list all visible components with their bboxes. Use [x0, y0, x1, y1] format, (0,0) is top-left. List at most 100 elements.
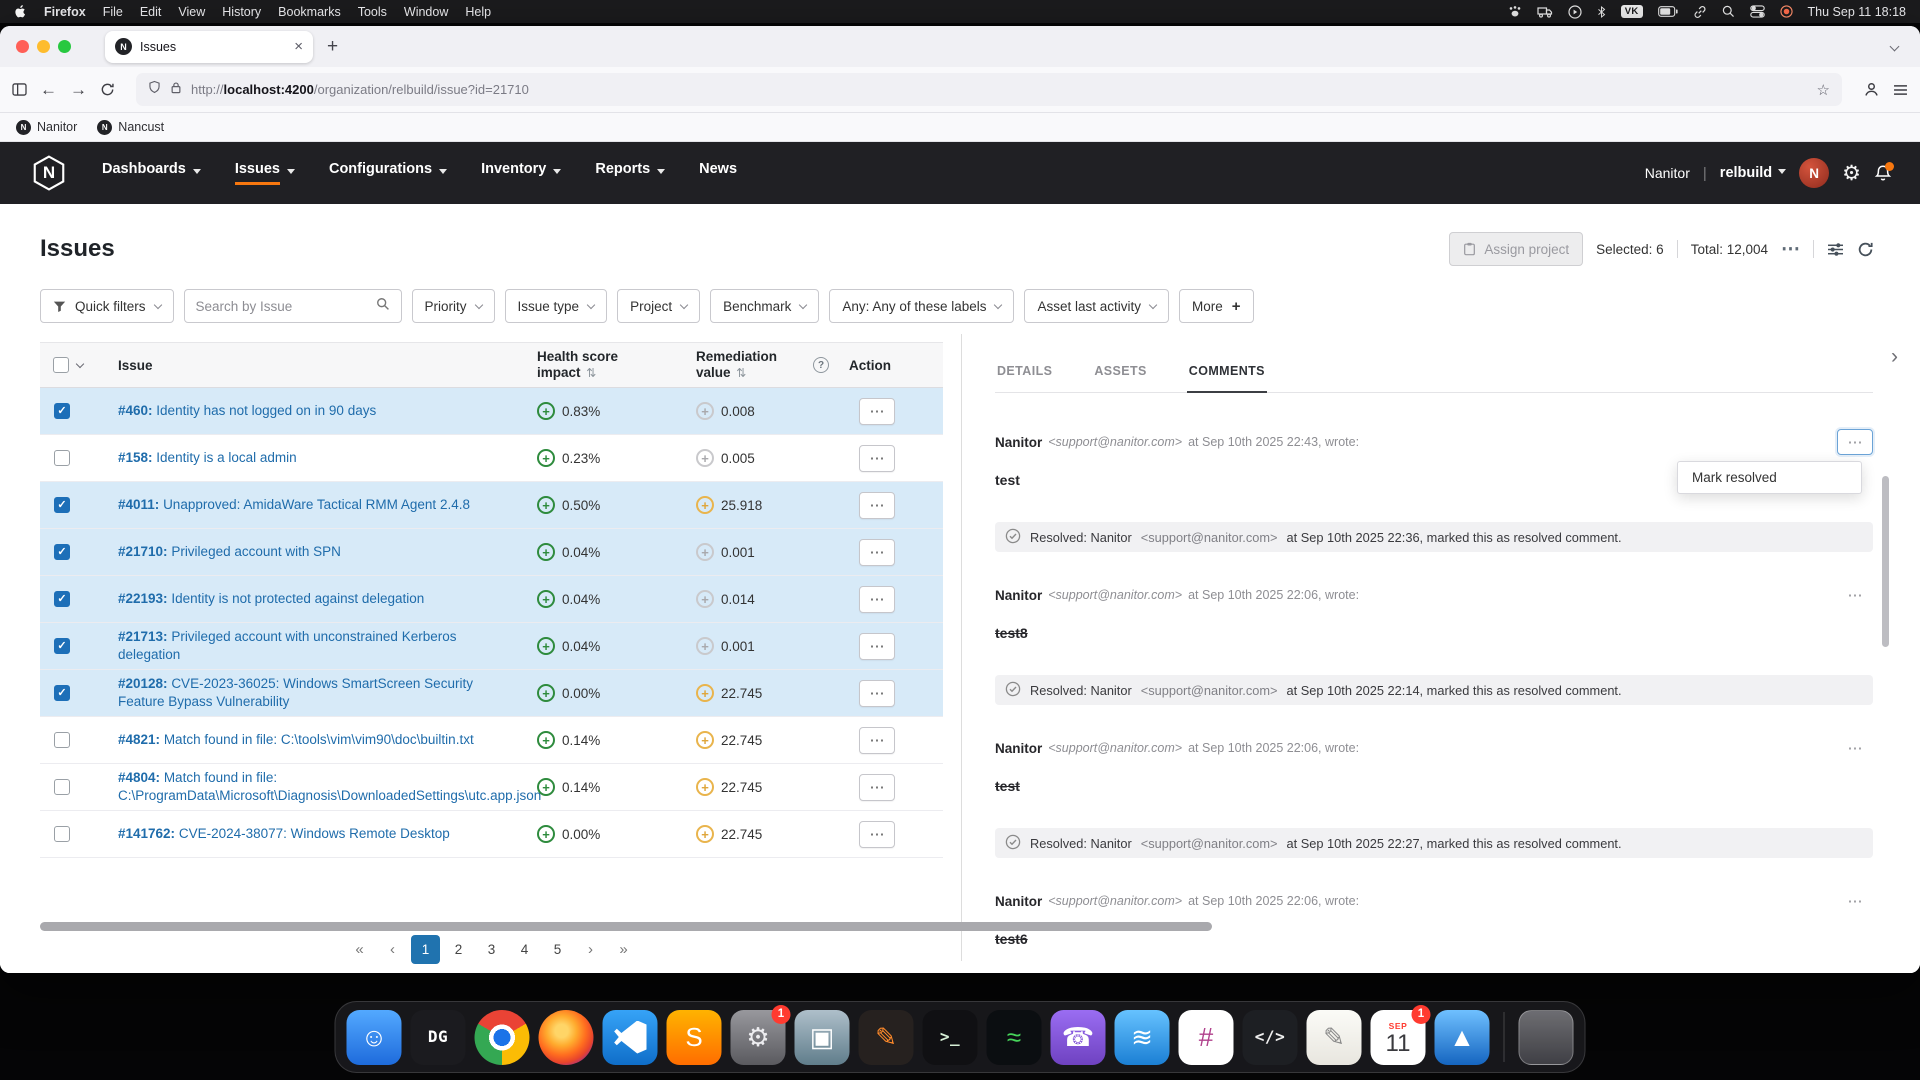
table-row[interactable]: ✓ #4011: Unapproved: AmidaWare Tactical … — [40, 482, 943, 529]
issue-link[interactable]: #4011: Unapproved: AmidaWare Tactical RM… — [118, 497, 470, 512]
nav-configurations[interactable]: Configurations — [329, 161, 447, 185]
row-actions-button[interactable]: ⋯ — [859, 492, 895, 519]
list-all-tabs-button[interactable] — [1891, 43, 1898, 50]
bookmark-nanitor[interactable]: N Nanitor — [16, 120, 77, 135]
previous-page-button[interactable]: ‹ — [378, 935, 407, 964]
filter-benchmark[interactable]: Benchmark — [710, 289, 819, 323]
address-bar[interactable]: http://localhost:4200/organization/relbu… — [136, 73, 1842, 106]
row-actions-button[interactable]: ⋯ — [859, 398, 895, 425]
dock-devtools[interactable]: </> — [1243, 1010, 1298, 1065]
menu-item[interactable]: Window — [404, 5, 448, 19]
dock-calendar[interactable]: SEP 11 1 — [1371, 1010, 1426, 1065]
collapse-panel-chevron-icon[interactable]: › — [1891, 346, 1898, 367]
menu-item[interactable]: Bookmarks — [278, 5, 341, 19]
issue-link[interactable]: #20128: CVE-2023-36025: Windows SmartScr… — [118, 676, 473, 709]
assign-project-button[interactable]: Assign project — [1449, 232, 1583, 266]
tracking-shield-icon[interactable] — [148, 80, 161, 99]
bluetooth-icon[interactable] — [1597, 5, 1606, 19]
page-button[interactable]: 1 — [411, 935, 440, 964]
select-all-checkbox[interactable]: ✓ — [53, 357, 69, 373]
column-header-remediation[interactable]: Remediation value ⇅ ? — [688, 349, 841, 381]
nanitor-logo[interactable]: N — [30, 154, 68, 192]
table-row[interactable]: ✓ #21713: Privileged account with uncons… — [40, 623, 943, 670]
table-row[interactable]: ✓ #141762: CVE-2024-38077: Windows Remot… — [40, 811, 943, 858]
tab-details[interactable]: DETAILS — [995, 364, 1054, 393]
paw-status-icon[interactable] — [1508, 5, 1522, 18]
battery-icon[interactable] — [1658, 6, 1678, 17]
url-text[interactable]: http://localhost:4200/organization/relbu… — [191, 82, 529, 97]
dock-docker[interactable]: ≋ — [1115, 1010, 1170, 1065]
nav-inventory[interactable]: Inventory — [481, 161, 561, 185]
nav-reports[interactable]: Reports — [595, 161, 665, 185]
more-actions-button[interactable]: ⋯ — [1781, 240, 1800, 259]
tab-assets[interactable]: ASSETS — [1092, 364, 1148, 393]
issue-link[interactable]: #22193: Identity is not protected agains… — [118, 591, 424, 606]
spotlight-search-icon[interactable] — [1722, 5, 1735, 18]
menu-firefox[interactable]: Firefox — [44, 5, 86, 19]
dock-activity-monitor[interactable]: ≈ — [987, 1010, 1042, 1065]
row-checkbox[interactable]: ✓ — [54, 497, 70, 513]
filter-issue-type[interactable]: Issue type — [505, 289, 608, 323]
dock-trash[interactable] — [1519, 1010, 1574, 1065]
user-avatar[interactable]: N — [1799, 158, 1829, 188]
table-row[interactable]: ✓ #22193: Identity is not protected agai… — [40, 576, 943, 623]
row-actions-button[interactable]: ⋯ — [859, 821, 895, 848]
sort-icon[interactable]: ⇅ — [736, 366, 746, 380]
menu-item[interactable]: File — [103, 5, 123, 19]
sidebar-toggle-icon[interactable] — [12, 83, 27, 96]
issue-link[interactable]: #21713: Privileged account with unconstr… — [118, 629, 456, 662]
keyboard-layout-badge[interactable]: VK — [1621, 5, 1643, 18]
column-header-issue[interactable]: Issue — [110, 358, 529, 373]
control-center-icon[interactable] — [1750, 5, 1765, 18]
dock-sublime[interactable]: S — [667, 1010, 722, 1065]
notifications-bell-icon[interactable] — [1874, 164, 1892, 183]
next-page-button[interactable]: › — [576, 935, 605, 964]
row-checkbox[interactable]: ✓ — [54, 826, 70, 842]
table-row[interactable]: ✓ #4804: Match found in file: C:\Program… — [40, 764, 943, 811]
truck-status-icon[interactable] — [1537, 6, 1553, 18]
record-status-icon[interactable] — [1780, 5, 1793, 18]
row-checkbox[interactable]: ✓ — [54, 638, 70, 654]
issue-link[interactable]: #21710: Privileged account with SPN — [118, 544, 341, 559]
filter-labels[interactable]: Any: Any of these labels — [829, 289, 1014, 323]
dock-slack[interactable]: # — [1179, 1010, 1234, 1065]
reload-button[interactable] — [100, 82, 115, 97]
nav-issues[interactable]: Issues — [235, 161, 295, 185]
issue-link[interactable]: #460: Identity has not logged on in 90 d… — [118, 403, 376, 418]
table-row[interactable]: ✓ #21710: Privileged account with SPN +0… — [40, 529, 943, 576]
dock-vscode[interactable] — [603, 1010, 658, 1065]
issue-link[interactable]: #4804: Match found in file: C:\ProgramDa… — [118, 770, 541, 803]
dock-pen-tool[interactable]: ✎ — [859, 1010, 914, 1065]
menu-bar-clock[interactable]: Thu Sep 11 18:18 — [1808, 5, 1906, 19]
forward-button[interactable]: → — [70, 81, 87, 98]
play-status-icon[interactable] — [1568, 5, 1582, 19]
bookmark-nancust[interactable]: N Nancust — [97, 120, 164, 135]
tab-close-button[interactable]: × — [294, 39, 303, 54]
filter-project[interactable]: Project — [617, 289, 700, 323]
refresh-icon[interactable] — [1857, 241, 1874, 258]
back-button[interactable]: ← — [40, 81, 57, 98]
row-checkbox[interactable]: ✓ — [54, 732, 70, 748]
dock-notes[interactable]: ✎ — [1307, 1010, 1362, 1065]
row-checkbox[interactable]: ✓ — [54, 544, 70, 560]
filter-asset-last-activity[interactable]: Asset last activity — [1024, 289, 1169, 323]
dock-datagrip[interactable]: DG — [411, 1010, 466, 1065]
more-filters-button[interactable]: More + — [1179, 289, 1254, 323]
search-input[interactable] — [196, 299, 368, 314]
mark-resolved-menu-item[interactable]: Mark resolved — [1678, 462, 1861, 493]
filter-priority[interactable]: Priority — [412, 289, 495, 323]
dock-terminal[interactable]: >_ — [923, 1010, 978, 1065]
dock-remote-desktop[interactable]: ▣ — [795, 1010, 850, 1065]
row-checkbox[interactable]: ✓ — [54, 450, 70, 466]
comment-actions-button[interactable]: ⋯ — [1837, 582, 1873, 608]
column-header-health[interactable]: Health score impact ⇅ — [529, 349, 688, 381]
page-button[interactable]: 4 — [510, 935, 539, 964]
quick-filters-button[interactable]: Quick filters — [40, 289, 174, 323]
dock-preview[interactable]: ▲ — [1435, 1010, 1490, 1065]
issue-link[interactable]: #158: Identity is a local admin — [118, 450, 297, 465]
workspace-selector[interactable]: relbuild — [1720, 165, 1786, 181]
settings-gear-icon[interactable]: ⚙ — [1842, 163, 1861, 184]
menu-item[interactable]: Help — [465, 5, 491, 19]
row-checkbox[interactable]: ✓ — [54, 779, 70, 795]
row-checkbox[interactable]: ✓ — [54, 403, 70, 419]
